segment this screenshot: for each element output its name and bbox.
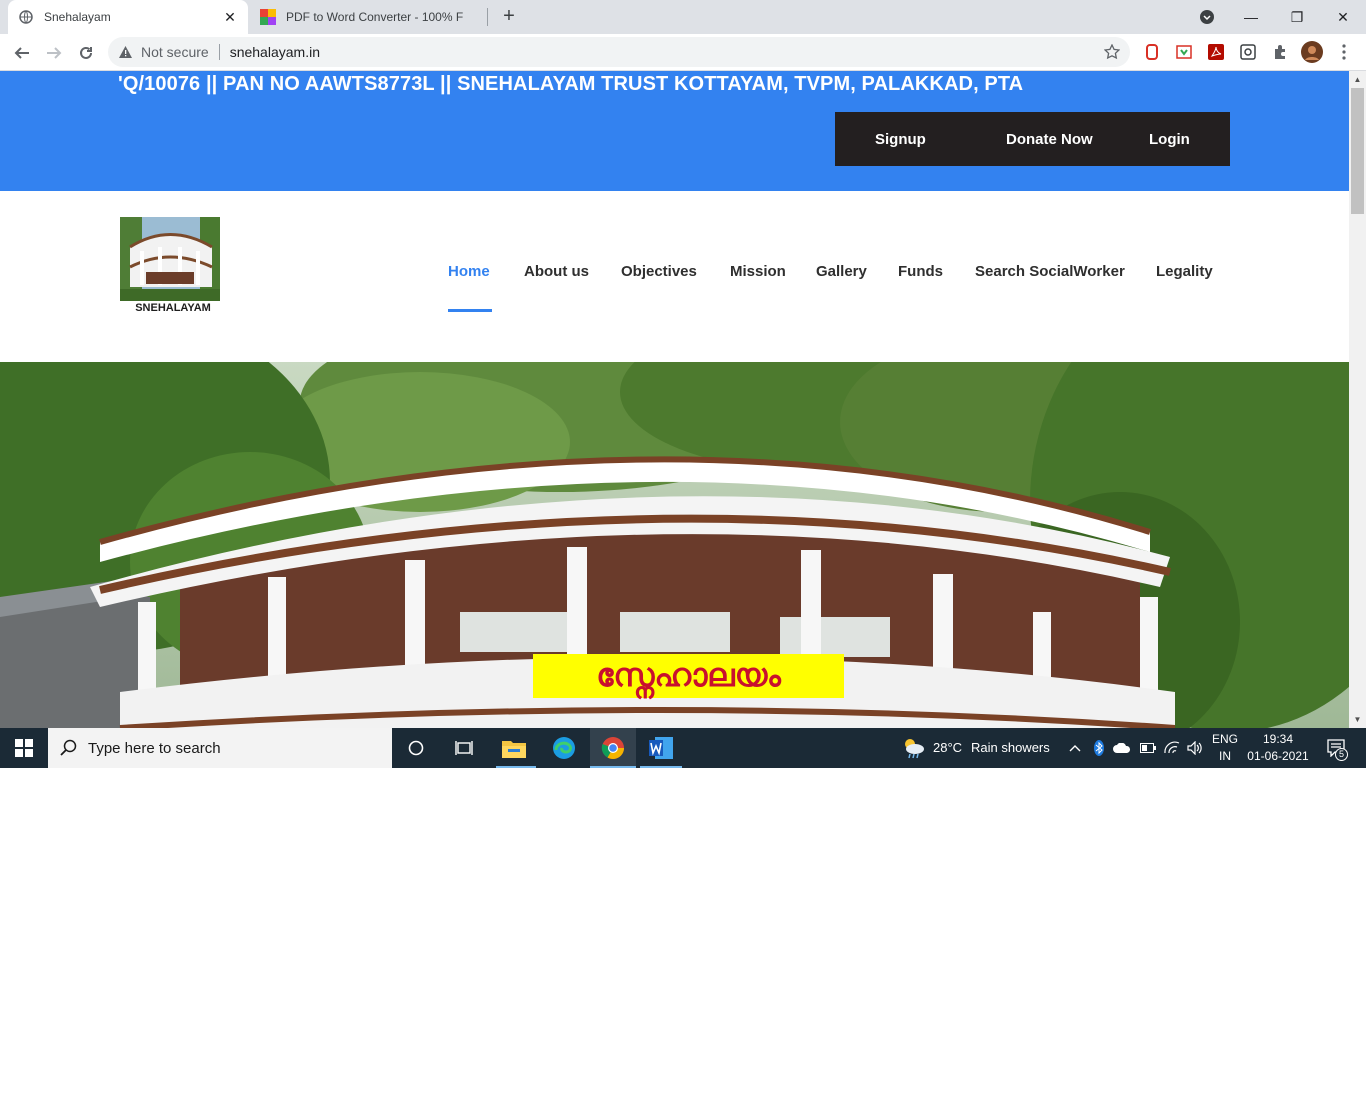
browser-toolbar: Not secure snehalayam.in bbox=[0, 34, 1366, 71]
webpage-viewport: 'Q/10076 || PAN NO AAWTS8773L || SNEHALA… bbox=[0, 71, 1349, 728]
volume-icon[interactable] bbox=[1185, 728, 1205, 768]
pdf-converter-icon bbox=[260, 9, 276, 25]
login-button[interactable]: Login bbox=[1149, 112, 1190, 166]
battery-icon[interactable] bbox=[1138, 728, 1158, 768]
lang-line1: ENG bbox=[1211, 732, 1238, 746]
scroll-up-arrow-icon[interactable]: ▲ bbox=[1349, 71, 1366, 88]
cortana-icon[interactable] bbox=[396, 728, 436, 768]
extension-red-icon[interactable] bbox=[1142, 42, 1162, 62]
reload-icon[interactable] bbox=[73, 40, 99, 66]
back-icon[interactable] bbox=[9, 40, 35, 66]
scroll-thumb[interactable] bbox=[1351, 88, 1364, 214]
windows-taskbar: Type here to search 28°C Rain showers EN… bbox=[0, 728, 1366, 768]
tab-search-icon[interactable] bbox=[1184, 0, 1230, 34]
chevron-up-icon[interactable] bbox=[1066, 728, 1084, 768]
nav-search-socialworker[interactable]: Search SocialWorker bbox=[975, 263, 1125, 280]
weather-temp[interactable]: 28°C bbox=[933, 740, 962, 755]
active-nav-underline bbox=[448, 309, 492, 312]
taskbar-search-input[interactable]: Type here to search bbox=[48, 728, 392, 768]
window-close-icon[interactable]: ✕ bbox=[1320, 0, 1366, 34]
wifi-icon[interactable] bbox=[1162, 728, 1182, 768]
page-scrollbar[interactable]: ▲ ▼ bbox=[1349, 71, 1366, 728]
weather-rain-icon[interactable] bbox=[900, 728, 926, 768]
top-info-bar: 'Q/10076 || PAN NO AAWTS8773L || SNEHALA… bbox=[0, 71, 1349, 191]
tab-divider bbox=[487, 8, 488, 26]
nav-gallery[interactable]: Gallery bbox=[816, 263, 867, 280]
blank-area-below-screen bbox=[0, 768, 1366, 1120]
kebab-menu-icon[interactable] bbox=[1334, 42, 1354, 62]
signup-button[interactable]: Signup bbox=[875, 112, 926, 166]
nav-home[interactable]: Home bbox=[448, 263, 490, 280]
chrome-taskbar-icon[interactable] bbox=[590, 728, 636, 768]
nav-objectives[interactable]: Objectives bbox=[621, 263, 697, 280]
system-clock[interactable]: 19:34 01-06-2021 bbox=[1240, 731, 1316, 765]
windows-start-icon[interactable] bbox=[0, 728, 48, 768]
address-bar[interactable]: Not secure snehalayam.in bbox=[108, 37, 1130, 67]
site-header: SNEHALAYAM Home About us Objectives Miss… bbox=[0, 191, 1349, 362]
clock-time: 19:34 bbox=[1262, 732, 1294, 746]
nav-mission[interactable]: Mission bbox=[730, 263, 786, 280]
donate-now-button[interactable]: Donate Now bbox=[1006, 112, 1093, 166]
edge-browser-icon[interactable] bbox=[544, 728, 584, 768]
new-tab-plus-icon[interactable]: + bbox=[498, 5, 520, 27]
security-label[interactable]: Not secure bbox=[141, 44, 209, 60]
language-indicator[interactable]: ENG IN bbox=[1208, 731, 1242, 765]
extension-at-icon[interactable] bbox=[1238, 42, 1258, 62]
profile-avatar[interactable] bbox=[1301, 41, 1323, 63]
clock-date: 01-06-2021 bbox=[1247, 749, 1309, 763]
bookmark-star-icon[interactable] bbox=[1103, 43, 1121, 63]
logo-caption: SNEHALAYAM bbox=[135, 302, 211, 314]
onedrive-cloud-icon[interactable] bbox=[1112, 728, 1132, 768]
nav-funds[interactable]: Funds bbox=[898, 263, 943, 280]
tab-title: PDF to Word Converter - 100% F bbox=[286, 10, 464, 24]
nav-legality[interactable]: Legality bbox=[1156, 263, 1213, 280]
hero-sign-text: സ്നേഹാലയം bbox=[596, 655, 781, 694]
registration-marquee: 'Q/10076 || PAN NO AAWTS8773L || SNEHALA… bbox=[118, 73, 1024, 95]
action-center-icon[interactable]: 5 bbox=[1320, 728, 1354, 768]
puzzle-extensions-icon[interactable] bbox=[1270, 42, 1290, 62]
tab-snehalayam[interactable]: Snehalayam ✕ bbox=[8, 0, 248, 34]
weather-desc[interactable]: Rain showers bbox=[971, 740, 1050, 755]
notification-count-badge: 5 bbox=[1335, 748, 1348, 761]
word-icon[interactable] bbox=[640, 728, 682, 768]
nav-about-us[interactable]: About us bbox=[524, 263, 589, 280]
logo-building-image bbox=[120, 217, 220, 301]
close-icon[interactable]: ✕ bbox=[222, 9, 238, 25]
tab-title: Snehalayam bbox=[44, 10, 111, 24]
restore-icon[interactable]: ❐ bbox=[1274, 0, 1320, 34]
scroll-down-arrow-icon[interactable]: ▼ bbox=[1349, 711, 1366, 728]
auth-button-group: Signup Donate Now Login bbox=[835, 112, 1230, 166]
warning-icon[interactable] bbox=[118, 45, 133, 59]
tab-pdf-converter[interactable]: PDF to Word Converter - 100% F bbox=[250, 0, 488, 34]
extension-shield-icon[interactable] bbox=[1174, 42, 1194, 62]
site-logo[interactable]: SNEHALAYAM bbox=[120, 217, 220, 314]
minimize-icon[interactable]: — bbox=[1228, 0, 1274, 34]
globe-icon bbox=[18, 9, 34, 25]
search-placeholder: Type here to search bbox=[88, 739, 221, 757]
task-view-icon[interactable] bbox=[444, 728, 484, 768]
hero-banner: സ്നേഹാലയം bbox=[0, 362, 1349, 728]
search-icon bbox=[60, 739, 77, 756]
acrobat-icon[interactable] bbox=[1206, 42, 1226, 62]
file-explorer-icon[interactable] bbox=[494, 728, 534, 768]
lang-line2: IN bbox=[1219, 749, 1231, 763]
bluetooth-icon[interactable] bbox=[1090, 728, 1108, 768]
forward-icon[interactable] bbox=[41, 40, 67, 66]
url-text[interactable]: snehalayam.in bbox=[230, 44, 320, 60]
browser-tabstrip: Snehalayam ✕ PDF to Word Converter - 100… bbox=[0, 0, 1366, 34]
omnibox-divider bbox=[218, 44, 220, 60]
